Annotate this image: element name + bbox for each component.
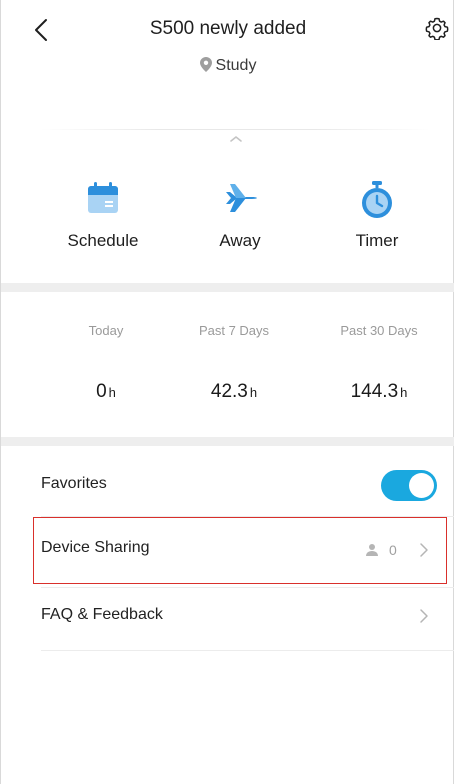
divider bbox=[41, 129, 431, 130]
collapse-toggle[interactable] bbox=[228, 132, 244, 144]
location-label: Study bbox=[215, 57, 257, 74]
stopwatch-icon bbox=[362, 181, 392, 218]
stat-unit: h bbox=[108, 385, 116, 400]
location-pin-icon bbox=[199, 57, 212, 72]
usage-stats: Today 0h Past 7 Days 42.3 h Past 30 Days … bbox=[1, 296, 454, 436]
stat-value: 144.3 h bbox=[309, 381, 449, 403]
row-divider bbox=[41, 650, 454, 651]
faq-feedback-row[interactable]: FAQ & Feedback bbox=[41, 585, 454, 649]
section-separator bbox=[1, 437, 454, 446]
highlight-box bbox=[33, 517, 447, 584]
favorites-label: Favorites bbox=[41, 475, 107, 492]
stat-caption: Past 7 Days bbox=[198, 323, 270, 338]
section-separator bbox=[1, 283, 454, 292]
stat-number: 144.3 bbox=[350, 381, 399, 402]
header: S500 newly added Study bbox=[1, 0, 454, 110]
stat-caption: Today bbox=[88, 323, 124, 338]
timer-button[interactable]: Timer bbox=[317, 172, 437, 262]
stat-unit: h bbox=[400, 385, 408, 400]
page-title: S500 newly added bbox=[149, 18, 307, 39]
away-button[interactable]: Away bbox=[180, 172, 300, 262]
chevron-right-icon bbox=[420, 609, 428, 623]
quick-actions: Schedule Away Timer bbox=[1, 172, 454, 262]
stat-unit: h bbox=[249, 385, 258, 400]
settings-button[interactable] bbox=[425, 16, 449, 41]
device-location: Study bbox=[1, 57, 454, 75]
favorites-toggle[interactable] bbox=[381, 470, 437, 501]
timer-label: Timer bbox=[355, 231, 399, 250]
schedule-button[interactable]: Schedule bbox=[43, 172, 163, 262]
schedule-label: Schedule bbox=[67, 231, 139, 250]
faq-feedback-label: FAQ & Feedback bbox=[41, 606, 163, 623]
screen: S500 newly added Study Schedule Away Tim… bbox=[0, 0, 454, 784]
stat-caption: Past 30 Days bbox=[340, 323, 418, 338]
chevron-up-icon bbox=[230, 136, 242, 142]
toggle-knob bbox=[409, 473, 434, 498]
stat-value: 42.3 h bbox=[164, 381, 304, 403]
stat-number: 0 bbox=[96, 381, 107, 402]
airplane-icon bbox=[226, 184, 257, 212]
gear-icon bbox=[425, 17, 449, 41]
stat-value: 0h bbox=[36, 381, 176, 403]
calendar-icon bbox=[88, 182, 118, 213]
stat-number: 42.3 bbox=[210, 381, 248, 402]
away-label: Away bbox=[219, 231, 261, 250]
